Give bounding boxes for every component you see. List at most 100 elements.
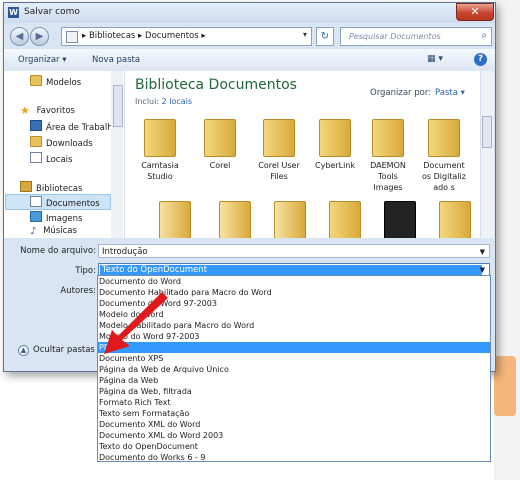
- organize-button[interactable]: Organizar ▾: [18, 55, 67, 65]
- dropdown-option[interactable]: Formato Rich Text: [98, 397, 490, 408]
- refresh-icon: ↻: [320, 31, 330, 42]
- folder-item[interactable]: Document os Digitalizado s: [417, 119, 471, 193]
- music-icon: ♪: [30, 226, 37, 237]
- desktop-icon: [30, 120, 42, 131]
- folder-icon: [428, 119, 460, 157]
- sidebar-item-area-de-trabalho[interactable]: Área de Trabalho: [30, 120, 118, 133]
- dropdown-option[interactable]: Página da Web: [98, 375, 490, 386]
- library-locations-link[interactable]: 2 locais: [162, 97, 192, 106]
- dropdown-option[interactable]: Documento XML do Word: [98, 419, 490, 430]
- folder-icon: [319, 119, 351, 157]
- filename-field[interactable]: Introdução ▼: [98, 244, 490, 258]
- sidebar-item-imagens[interactable]: Imagens: [30, 211, 82, 224]
- folder-icon: [159, 201, 191, 238]
- nav-scrollbar-thumb[interactable]: [113, 85, 123, 127]
- folder-item[interactable]: DAEMON Tools Images: [360, 119, 416, 193]
- folder-icon: [329, 201, 361, 238]
- folder-item[interactable]: Corel: [190, 119, 250, 171]
- close-button[interactable]: ✕: [456, 3, 494, 21]
- sidebar-item-musicas[interactable]: ♪ Músicas: [30, 226, 77, 238]
- sidebar-item-bibliotecas[interactable]: Bibliotecas: [20, 181, 82, 194]
- search-placeholder: Pesquisar Documentos: [349, 32, 441, 41]
- search-input[interactable]: Pesquisar Documentos ⌕: [340, 27, 492, 46]
- forward-button[interactable]: ▶: [30, 27, 49, 46]
- chevron-down-icon[interactable]: ▼: [480, 245, 485, 259]
- background-app-graphic: [494, 356, 516, 416]
- address-row: ◀ ▶ ▸ Bibliotecas ▸ Documentos ▸ ▾ ↻ Pes…: [4, 23, 495, 49]
- folder-icon: [439, 201, 471, 238]
- library-includes: Inclui: 2 locais: [135, 97, 193, 106]
- sidebar-item-label: Locais: [46, 155, 73, 165]
- help-icon[interactable]: ?: [474, 53, 487, 66]
- folder-icon: [204, 119, 236, 157]
- hide-folders-label: Ocultar pastas: [33, 345, 95, 355]
- sidebar-item-documentos[interactable]: Documentos: [30, 196, 100, 209]
- type-label: Tipo:: [75, 266, 96, 276]
- content-scrollbar-thumb[interactable]: [482, 116, 492, 148]
- folder-icon: [384, 201, 416, 238]
- folder-icon: [219, 201, 251, 238]
- folder-item[interactable]: [370, 201, 430, 238]
- forward-icon: ▶: [35, 31, 44, 42]
- pictures-icon: [30, 211, 42, 222]
- sidebar-item-label: Músicas: [43, 226, 77, 236]
- annotation-arrow-shape: [104, 292, 168, 354]
- dropdown-option[interactable]: Documento XML do Word 2003: [98, 430, 490, 441]
- folder-item[interactable]: Corel User Files: [249, 119, 309, 182]
- folder-icon: [66, 31, 78, 43]
- dropdown-option[interactable]: Documento do Works 6 - 9: [98, 452, 490, 461]
- library-title: Biblioteca Documentos: [135, 77, 297, 93]
- libraries-icon: [20, 181, 32, 192]
- word-app-icon: W: [8, 7, 19, 18]
- star-icon: ★: [20, 104, 30, 117]
- new-folder-button[interactable]: Nova pasta: [92, 55, 140, 65]
- arrange-by-dropdown[interactable]: Pasta ▾: [435, 88, 465, 98]
- address-bar[interactable]: ▸ Bibliotecas ▸ Documentos ▸ ▾: [61, 27, 312, 46]
- navigation-pane: Modelos ★ Favoritos Área de Trabalho Dow…: [4, 71, 125, 238]
- sidebar-item-label: Bibliotecas: [36, 184, 83, 194]
- annotation-arrow-icon: [104, 292, 168, 354]
- folder-icon: [372, 119, 404, 157]
- recent-places-icon: [30, 152, 42, 163]
- folder-item[interactable]: Camtasia Studio: [130, 119, 190, 182]
- folder-item[interactable]: [145, 201, 205, 238]
- dropdown-option[interactable]: Página da Web, filtrada: [98, 386, 490, 397]
- window-title: Salvar como: [24, 7, 80, 17]
- sidebar-item-modelos[interactable]: Modelos: [30, 75, 81, 88]
- folder-icon: [144, 119, 176, 157]
- folder-icon: [263, 119, 295, 157]
- folder-item[interactable]: [260, 201, 320, 238]
- dropdown-option[interactable]: Página da Web de Arquivo Único: [98, 364, 490, 375]
- sidebar-item-downloads[interactable]: Downloads: [30, 136, 93, 149]
- dropdown-option[interactable]: Documento do Word: [98, 276, 490, 287]
- chevron-up-icon: ▲: [18, 345, 29, 356]
- title-bar: W Salvar como ✕: [4, 3, 495, 23]
- documents-icon: [30, 196, 42, 207]
- sidebar-item-label: Downloads: [46, 139, 93, 149]
- command-bar: Organizar ▾ Nova pasta ▦ ▾ ?: [4, 49, 495, 72]
- chevron-down-icon[interactable]: ▾: [303, 30, 307, 39]
- hide-folders-button[interactable]: ▲ Ocultar pastas: [18, 345, 95, 356]
- back-icon: ◀: [15, 31, 24, 42]
- folder-item[interactable]: [315, 201, 375, 238]
- refresh-button[interactable]: ↻: [316, 27, 334, 46]
- filename-label: Nome do arquivo:: [20, 246, 96, 256]
- change-view-button[interactable]: ▦ ▾: [427, 54, 443, 64]
- downloads-icon: [30, 136, 42, 147]
- sidebar-item-label: Área de Trabalho: [46, 123, 118, 133]
- folder-icon: [274, 201, 306, 238]
- folder-item[interactable]: [425, 201, 480, 238]
- sidebar-item-label: Favoritos: [36, 106, 75, 116]
- folder-item[interactable]: CyberLink: [305, 119, 365, 171]
- back-button[interactable]: ◀: [10, 27, 29, 46]
- address-path: ▸ Bibliotecas ▸ Documentos ▸: [82, 31, 206, 41]
- sidebar-item-favoritos[interactable]: ★ Favoritos: [20, 104, 75, 117]
- dropdown-option[interactable]: Texto do OpenDocument: [98, 441, 490, 452]
- sidebar-item-locais[interactable]: Locais: [30, 152, 72, 165]
- arrange-by-label: Organizar por:: [370, 88, 432, 98]
- dropdown-option[interactable]: Texto sem Formatação: [98, 408, 490, 419]
- sidebar-item-label: Imagens: [46, 214, 83, 224]
- search-icon[interactable]: ⌕: [481, 30, 487, 41]
- folder-item[interactable]: [205, 201, 265, 238]
- content-scrollbar[interactable]: [480, 71, 494, 238]
